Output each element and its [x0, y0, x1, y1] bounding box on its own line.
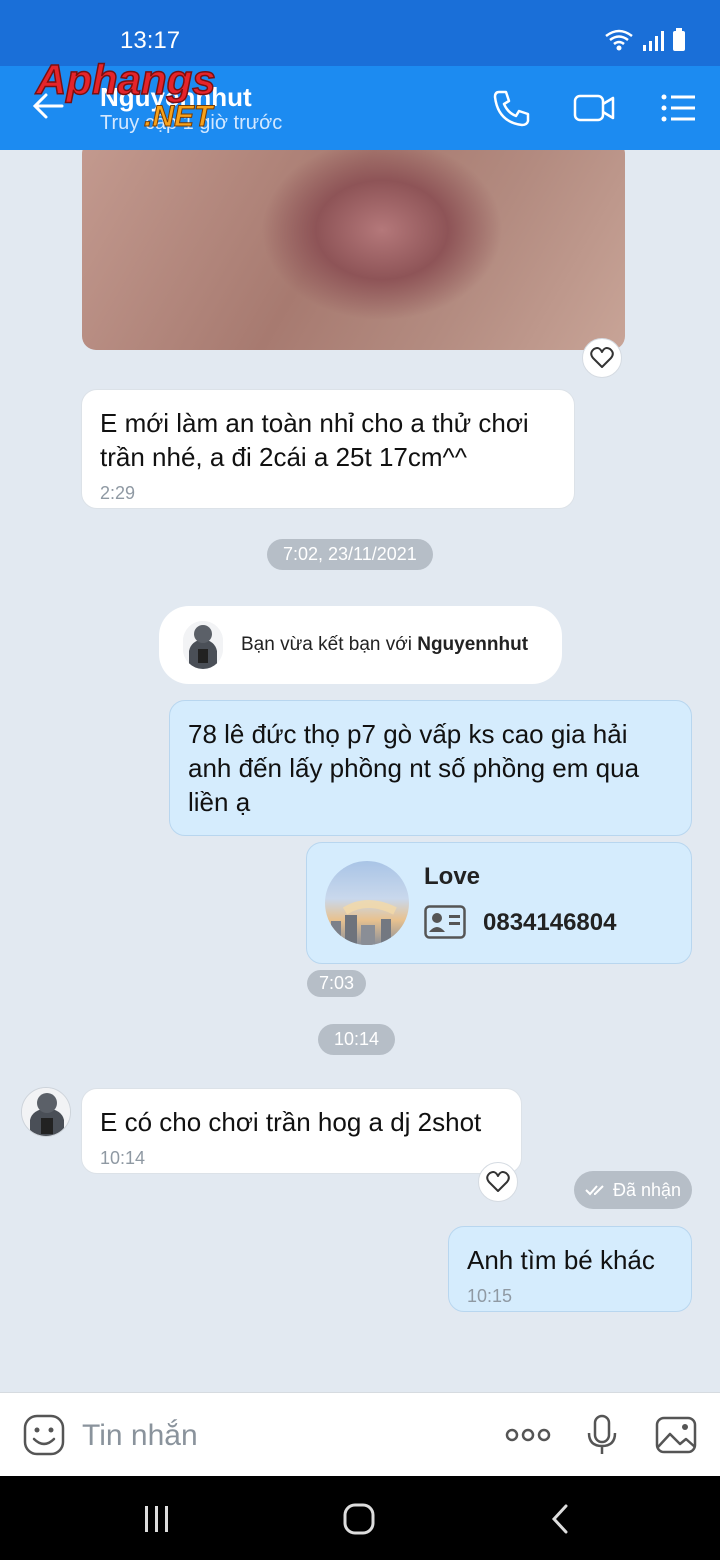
image-message[interactable] [82, 150, 625, 350]
chat-area[interactable]: E mới làm an toàn nhỉ cho a thử chơi trầ… [0, 150, 720, 1392]
sender-avatar[interactable] [21, 1087, 71, 1137]
image-icon[interactable] [654, 1413, 698, 1457]
double-check-icon [585, 1185, 604, 1196]
back-nav-icon[interactable] [544, 1502, 578, 1536]
message-time: 2:29 [100, 483, 136, 503]
svg-text:.NET: .NET [144, 100, 215, 133]
like-button[interactable] [478, 1162, 518, 1202]
svg-text:Aphangs: Aphangs [35, 56, 216, 103]
date-separator: 7:02, 23/11/2021 [267, 539, 433, 570]
recent-apps-icon[interactable] [140, 1502, 174, 1536]
friend-notice: Bạn vừa kết bạn với Nguyennhut [159, 606, 562, 684]
menu-icon[interactable] [656, 86, 700, 130]
contact-card-avatar [325, 861, 409, 945]
video-call-icon[interactable] [572, 86, 616, 130]
message-input-bar: Tin nhắn [0, 1392, 720, 1476]
message-outgoing[interactable]: 78 lê đức thọ p7 gò vấp ks cao gia hải a… [169, 700, 692, 836]
delivery-status-text: Đã nhận [612, 1179, 682, 1200]
friend-notice-text: Bạn vừa kết bạn với Nguyennhut [241, 634, 529, 655]
watermark-logo: Aphangs .NET [34, 55, 216, 133]
message-text: E mới làm an toàn nhỉ cho a thử chơi trầ… [100, 408, 529, 472]
status-icons [604, 28, 686, 52]
contact-card-name: Love [424, 863, 481, 890]
message-incoming[interactable]: E mới làm an toàn nhỉ cho a thử chơi trầ… [81, 389, 575, 509]
contact-card[interactable]: Love 0834146804 [306, 842, 692, 964]
message-time: 10:15 [467, 1286, 513, 1306]
contact-card-phone: 0834146804 [483, 909, 617, 936]
mic-icon[interactable] [580, 1413, 624, 1457]
message-incoming[interactable]: E có cho chơi trần hog a dj 2shot 10:14 [81, 1088, 522, 1174]
avatar [183, 621, 223, 669]
system-nav-bar [0, 1476, 720, 1560]
date-separator: 10:14 [318, 1024, 396, 1055]
like-button[interactable] [582, 338, 622, 378]
message-text: E có cho chơi trần hog a dj 2shot [100, 1107, 482, 1137]
message-text: Anh tìm bé khác [467, 1245, 655, 1275]
home-icon[interactable] [342, 1502, 376, 1536]
signal-icon [643, 31, 664, 51]
message-time: 10:14 [100, 1148, 146, 1168]
friend-notice-name: Nguyennhut [417, 634, 529, 655]
message-text: 78 lê đức thọ p7 gò vấp ks cao gia hải a… [188, 719, 640, 817]
heart-icon [590, 347, 614, 368]
emoji-icon[interactable] [22, 1413, 66, 1457]
phone-icon[interactable] [490, 86, 534, 130]
more-icon[interactable] [504, 1413, 552, 1457]
battery-icon [673, 28, 685, 51]
wifi-icon [605, 29, 633, 51]
message-input[interactable]: Tin nhắn [82, 1419, 198, 1453]
message-outgoing[interactable]: Anh tìm bé khác 10:15 [448, 1226, 692, 1312]
status-time: 13:17 [120, 27, 181, 54]
contact-card-time: 7:03 [307, 970, 367, 997]
heart-icon [486, 1171, 510, 1192]
chat-header: Nguyennhut Truy cập 1 giờ trước Aphangs … [0, 55, 720, 150]
contact-card-icon [424, 905, 466, 939]
delivery-status: Đã nhận [574, 1171, 692, 1209]
